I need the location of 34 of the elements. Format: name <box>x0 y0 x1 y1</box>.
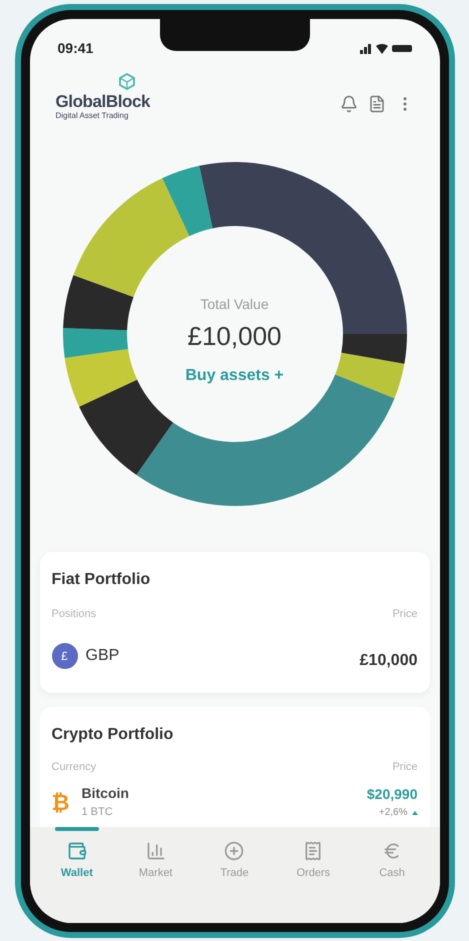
status-time: 09:41 <box>58 38 94 58</box>
cube-logo-icon <box>118 73 138 91</box>
bar-chart-icon <box>146 840 166 861</box>
buy-assets-link[interactable]: Buy assets + <box>185 364 284 388</box>
brand-tagline: Digital Asset Trading <box>56 112 130 120</box>
column-header: Price <box>392 760 418 775</box>
coin-amount: 1 BTC <box>82 805 114 820</box>
status-icons <box>360 42 412 54</box>
column-header: Currency <box>52 760 96 775</box>
price-change: +2,6% <box>378 806 408 820</box>
plus-circle-icon <box>224 840 244 861</box>
nav-tab[interactable]: Orders <box>283 826 344 923</box>
nav-tab[interactable]: Trade <box>204 826 264 923</box>
total-value: £10,000 <box>188 320 282 354</box>
currency-badge: £ <box>52 642 78 669</box>
receipt-icon <box>303 840 324 861</box>
nav-tab[interactable]: Wallet <box>46 826 107 923</box>
up-caret-icon <box>412 810 418 814</box>
coin-symbol: ₿ <box>52 788 70 816</box>
column-header: Positions <box>52 607 96 622</box>
brand-name: GlobalBlock <box>56 91 150 112</box>
nav-tab[interactable]: Cash <box>362 826 422 923</box>
total-value-label: Total Value <box>200 295 269 314</box>
card-title: Fiat Portfolio <box>52 570 152 590</box>
currency-name: GBP <box>86 646 120 666</box>
document-icon[interactable] <box>368 95 386 113</box>
position-price: £10,000 <box>360 650 418 671</box>
card-title: Crypto Portfolio <box>52 724 174 745</box>
coin-name: Bitcoin <box>82 784 129 804</box>
coin-price: $20,990 <box>366 785 418 804</box>
notification-icon[interactable] <box>340 95 358 113</box>
wallet-icon <box>66 840 87 861</box>
column-header: Price <box>392 607 418 622</box>
nav-tab[interactable]: Market <box>126 826 186 923</box>
